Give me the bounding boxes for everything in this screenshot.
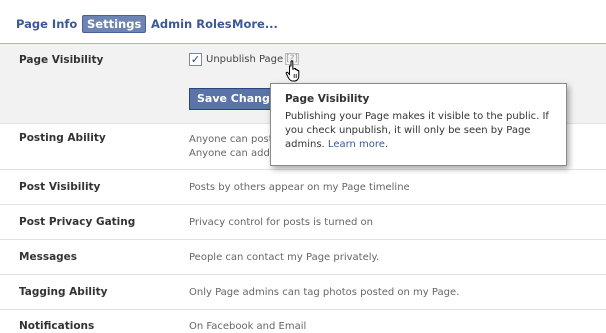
- tagging-ability-value: Only Page admins can tag photos posted o…: [189, 287, 460, 298]
- tooltip-text: Publishing your Page makes it visible to…: [285, 111, 549, 150]
- post-visibility-value: Posts by others appear on my Page timeli…: [189, 182, 410, 193]
- tab-more[interactable]: More...: [232, 15, 278, 33]
- notifications-value: On Facebook and Email: [189, 321, 307, 332]
- save-changes-button[interactable]: Save Changes: [189, 88, 279, 110]
- unpublish-label[interactable]: Unpublish Page: [206, 53, 283, 66]
- post-privacy-gating-value: Privacy control for posts is turned on: [189, 217, 373, 228]
- tab-admin-roles[interactable]: Admin Roles: [151, 15, 232, 33]
- tab-page-info[interactable]: Page Info: [16, 15, 77, 33]
- tooltip-title: Page Visibility: [285, 93, 370, 105]
- unpublish-checkbox[interactable]: ✓: [189, 53, 202, 66]
- notifications-label: Notifications: [19, 320, 95, 332]
- tooltip-suffix: .: [384, 139, 389, 150]
- posting-ability-value: Anyone can post: [189, 134, 273, 145]
- posting-ability-label: Posting Ability: [19, 132, 106, 144]
- page-visibility-label: Page Visibility: [19, 54, 104, 66]
- tab-settings[interactable]: Settings: [82, 15, 147, 33]
- post-privacy-gating-label: Post Privacy Gating: [19, 216, 136, 228]
- posting-ability-value-2: Anyone can add: [189, 148, 270, 159]
- post-visibility-label: Post Visibility: [19, 181, 101, 193]
- tooltip-body: Publishing your Page makes it visible to…: [285, 110, 560, 152]
- learn-more-link[interactable]: Learn more: [328, 139, 385, 150]
- messages-label: Messages: [19, 251, 78, 263]
- settings-tab-bar: Page Info Settings Admin Roles More...: [0, 0, 606, 44]
- tagging-ability-label: Tagging Ability: [19, 286, 108, 298]
- hand-pointer-icon: [285, 60, 300, 82]
- page-visibility-tooltip: Page Visibility Publishing your Page mak…: [270, 83, 567, 166]
- messages-value: People can contact my Page privately.: [189, 252, 380, 263]
